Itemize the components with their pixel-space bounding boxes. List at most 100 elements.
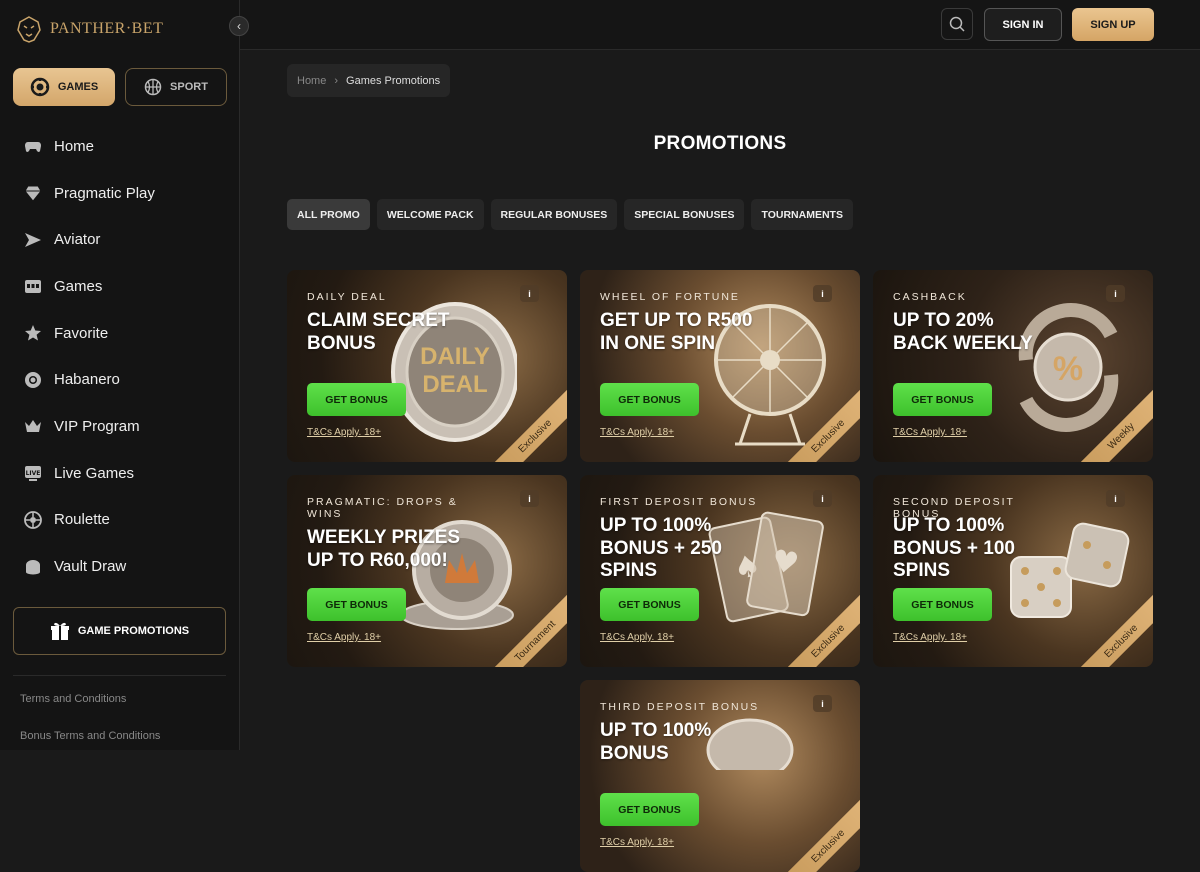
- svg-text:%: %: [1053, 350, 1083, 388]
- info-icon[interactable]: i: [813, 695, 832, 712]
- breadcrumb-home[interactable]: Home: [297, 75, 326, 87]
- gamepad-icon: [25, 142, 41, 153]
- tc-link[interactable]: T&Cs Apply. 18+: [893, 632, 967, 643]
- sidebar-item-roulette[interactable]: Roulette: [0, 497, 240, 544]
- tab-welcome-pack[interactable]: WELCOME PACK: [376, 199, 484, 230]
- search-button[interactable]: [941, 8, 973, 40]
- breadcrumb-current: Games Promotions: [346, 74, 441, 87]
- tc-link[interactable]: T&Cs Apply. 18+: [893, 427, 967, 438]
- games-mode-label: GAMES: [57, 81, 99, 93]
- card-subtitle: THIRD DEPOSIT BONUS: [600, 701, 760, 713]
- search-icon: [949, 16, 965, 32]
- tab-all-promo[interactable]: ALL PROMO: [287, 199, 370, 230]
- card-title: UP TO 100% BONUS + 250 SPINS: [600, 515, 722, 581]
- diamond-icon: [24, 185, 42, 202]
- get-bonus-button[interactable]: GET BONUS: [600, 383, 699, 416]
- info-icon[interactable]: i: [1106, 285, 1125, 302]
- info-icon[interactable]: i: [520, 285, 539, 302]
- card-title: UP TO 100% BONUS: [600, 720, 712, 764]
- card-ribbon: Exclusive: [778, 796, 860, 872]
- slot-machine-icon: [25, 280, 41, 294]
- basketball-icon: [144, 78, 162, 96]
- card-title: CLAIM SECRET BONUS: [307, 310, 450, 354]
- card-subtitle: PRAGMATIC: DROPS & WINS: [307, 496, 458, 520]
- plane-icon: [25, 232, 41, 247]
- promo-card-wheel-of-fortune[interactable]: WHEEL OF FORTUNE GET UP TO R500 IN ONE S…: [580, 270, 860, 462]
- get-bonus-button[interactable]: GET BONUS: [600, 793, 699, 826]
- game-promotions-button[interactable]: GAME PROMOTIONS: [13, 607, 226, 655]
- info-icon[interactable]: i: [813, 490, 832, 507]
- sidebar-item-label: Aviator: [54, 231, 101, 249]
- top-bar: SIGN IN SIGN UP: [240, 0, 1200, 50]
- sidebar-item-label: VIP Program: [54, 417, 140, 435]
- get-bonus-button[interactable]: GET BONUS: [893, 588, 992, 621]
- crown-icon: [25, 420, 41, 433]
- sidebar-item-favorite[interactable]: Favorite: [0, 310, 240, 357]
- sidebar-item-label: Favorite: [54, 324, 109, 342]
- tc-link[interactable]: T&Cs Apply. 18+: [600, 837, 674, 848]
- get-bonus-button[interactable]: GET BONUS: [307, 588, 406, 621]
- get-bonus-button[interactable]: GET BONUS: [600, 588, 699, 621]
- collapse-sidebar-button[interactable]: ‹: [229, 16, 249, 36]
- bonus-terms-link[interactable]: Bonus Terms and Conditions: [20, 730, 160, 742]
- svg-text:DEAL: DEAL: [422, 371, 487, 398]
- sidebar-item-label: Roulette: [54, 511, 110, 529]
- sidebar-item-games[interactable]: Games: [0, 263, 240, 310]
- tc-link[interactable]: T&Cs Apply. 18+: [600, 427, 674, 438]
- promo-card-cashback[interactable]: % CASHBACK UP TO 20% BACK WEEKLY GET BON…: [873, 270, 1153, 462]
- card-title: WEEKLY PRIZES UP TO R60,000!: [307, 527, 461, 571]
- tc-link[interactable]: T&Cs Apply. 18+: [600, 632, 674, 643]
- tab-regular-bonuses[interactable]: REGULAR BONUSES: [490, 199, 618, 230]
- sign-up-button[interactable]: SIGN UP: [1072, 8, 1154, 41]
- sidebar-divider: [13, 675, 226, 676]
- chip-icon: [30, 77, 50, 97]
- card-title: UP TO 100% BONUS + 100 SPINS: [893, 515, 1015, 581]
- promo-card-second-deposit[interactable]: SECOND DEPOSIT BONUS UP TO 100% BONUS + …: [873, 475, 1153, 667]
- sidebar-item-vault-draw[interactable]: Vault Draw: [0, 543, 240, 590]
- card-subtitle: WHEEL OF FORTUNE: [600, 291, 740, 303]
- get-bonus-button[interactable]: GET BONUS: [307, 383, 406, 416]
- sidebar-item-label: Live Games: [54, 464, 135, 482]
- brand-name: PANTHER·BET: [50, 20, 164, 37]
- promo-card-daily-deal[interactable]: DAILY DEAL DAILY DEAL CLAIM SECRET BONUS…: [287, 270, 567, 462]
- chip-icon: [25, 371, 41, 388]
- gift-icon: [50, 622, 69, 640]
- sidebar-item-pragmatic-play[interactable]: Pragmatic Play: [0, 170, 240, 217]
- panther-logo-icon: [17, 16, 41, 43]
- svg-text:LIVE: LIVE: [26, 470, 41, 477]
- info-icon[interactable]: i: [813, 285, 832, 302]
- sport-mode-label: SPORT: [170, 81, 208, 93]
- terms-link[interactable]: Terms and Conditions: [20, 693, 126, 705]
- card-subtitle: DAILY DEAL: [307, 291, 387, 303]
- info-icon[interactable]: i: [520, 490, 539, 507]
- sidebar-item-aviator[interactable]: Aviator: [0, 216, 240, 263]
- promo-card-third-deposit[interactable]: THIRD DEPOSIT BONUS UP TO 100% BONUS GET…: [580, 680, 860, 872]
- game-promotions-label: GAME PROMOTIONS: [77, 625, 190, 637]
- get-bonus-button[interactable]: GET BONUS: [893, 383, 992, 416]
- tab-special-bonuses[interactable]: SPECIAL BONUSES: [624, 199, 745, 230]
- sidebar-item-habanero[interactable]: Habanero: [0, 356, 240, 403]
- chevron-left-icon: ‹: [237, 19, 241, 33]
- sidebar-item-label: Vault Draw: [54, 558, 127, 576]
- promo-card-first-deposit[interactable]: ♠ ♥ FIRST DEPOSIT BONUS UP TO 100% BONUS…: [580, 475, 860, 667]
- brand-logo[interactable]: PANTHER·BET: [14, 14, 163, 44]
- tc-link[interactable]: T&Cs Apply. 18+: [307, 427, 381, 438]
- sign-in-button[interactable]: SIGN IN: [984, 8, 1062, 41]
- info-icon[interactable]: i: [1106, 490, 1125, 507]
- page-title: PROMOTIONS: [653, 133, 787, 154]
- tab-tournaments[interactable]: TOURNAMENTS: [751, 199, 853, 230]
- star-icon: [25, 325, 41, 341]
- tc-link[interactable]: T&Cs Apply. 18+: [307, 632, 381, 643]
- sidebar-nav: Home Pragmatic Play Aviator Games Favori…: [0, 123, 240, 590]
- games-mode-button[interactable]: GAMES: [13, 68, 115, 106]
- chevron-right-icon: ›: [334, 74, 339, 87]
- card-subtitle: FIRST DEPOSIT BONUS: [600, 496, 758, 508]
- card-title: UP TO 20% BACK WEEKLY: [893, 310, 1033, 354]
- sport-mode-button[interactable]: SPORT: [125, 68, 227, 106]
- sidebar-item-live-games[interactable]: LIVE Live Games: [0, 450, 240, 497]
- sidebar-item-vip-program[interactable]: VIP Program: [0, 403, 240, 450]
- promo-card-drops-and-wins[interactable]: PRAGMATIC: DROPS & WINS WEEKLY PRIZES UP…: [287, 475, 567, 667]
- sidebar-item-home[interactable]: Home: [0, 123, 240, 170]
- roulette-icon: [24, 510, 42, 529]
- sidebar: PANTHER·BET ‹ GAMES SPORT Home Pragmatic…: [0, 0, 249, 750]
